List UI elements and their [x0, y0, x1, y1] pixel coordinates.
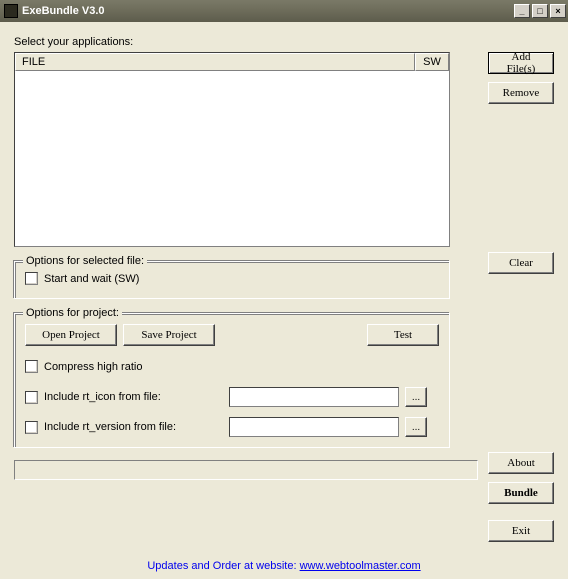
add-files-button[interactable]: Add File(s): [488, 52, 554, 74]
minimize-button[interactable]: _: [514, 4, 530, 18]
rt-icon-browse-button[interactable]: ...: [405, 387, 427, 407]
rt-version-browse-button[interactable]: ...: [405, 417, 427, 437]
maximize-button[interactable]: □: [532, 4, 548, 18]
compress-label: Compress high ratio: [44, 361, 142, 373]
select-apps-label: Select your applications:: [14, 36, 554, 48]
start-wait-checkbox[interactable]: Start and wait (SW): [25, 272, 139, 285]
remove-button[interactable]: Remove: [488, 82, 554, 104]
rt-icon-input[interactable]: [229, 387, 399, 407]
checkbox-icon: [25, 391, 38, 404]
titlebar: ExeBundle V3.0 _ □ ×: [0, 0, 568, 22]
selected-file-group-label: Options for selected file:: [23, 255, 147, 267]
rt-version-input[interactable]: [229, 417, 399, 437]
file-list[interactable]: FILE SW: [14, 52, 450, 247]
footer-prefix: Updates and Order at website:: [147, 560, 299, 572]
checkbox-icon: [25, 360, 38, 373]
rt-version-label: Include rt_version from file:: [44, 421, 176, 433]
app-icon: [4, 4, 18, 18]
checkbox-icon: [25, 272, 38, 285]
rt-icon-checkbox[interactable]: Include rt_icon from file:: [25, 391, 223, 404]
save-project-button[interactable]: Save Project: [123, 324, 215, 346]
about-button[interactable]: About: [488, 452, 554, 474]
status-bar: [14, 460, 478, 480]
rt-version-checkbox[interactable]: Include rt_version from file:: [25, 421, 223, 434]
compress-checkbox[interactable]: Compress high ratio: [25, 360, 439, 373]
window-title: ExeBundle V3.0: [22, 5, 105, 17]
footer-link[interactable]: www.webtoolmaster.com: [300, 560, 421, 572]
start-wait-label: Start and wait (SW): [44, 273, 139, 285]
close-button[interactable]: ×: [550, 4, 566, 18]
column-sw-header[interactable]: SW: [415, 53, 449, 71]
column-file-header[interactable]: FILE: [15, 53, 415, 71]
exit-button[interactable]: Exit: [488, 520, 554, 542]
checkbox-icon: [25, 421, 38, 434]
open-project-button[interactable]: Open Project: [25, 324, 117, 346]
bundle-button[interactable]: Bundle: [488, 482, 554, 504]
test-button[interactable]: Test: [367, 324, 439, 346]
clear-button[interactable]: Clear: [488, 252, 554, 274]
footer-text: Updates and Order at website: www.webtoo…: [14, 560, 554, 572]
rt-icon-label: Include rt_icon from file:: [44, 391, 161, 403]
project-group-label: Options for project:: [23, 307, 122, 319]
